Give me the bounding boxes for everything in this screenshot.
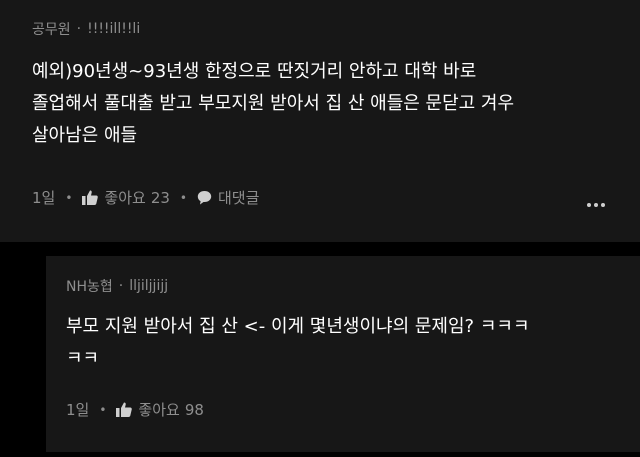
reply-button[interactable]: 대댓글 bbox=[218, 187, 259, 208]
reply-time: 1일 bbox=[66, 401, 90, 419]
comment-line: 살아남은 애들 bbox=[32, 125, 138, 146]
reply-line: 부모 지원 받아서 집 산 <- 이게 몇년생이냐의 문제임? ㅋㅋㅋ bbox=[66, 316, 530, 337]
comment-footer: 1일 • 좋아요 23 • 대댓글 bbox=[32, 187, 259, 208]
footer-separator: • bbox=[99, 402, 107, 417]
meta-separator: · bbox=[118, 278, 124, 294]
reply-handle[interactable]: lljiljjijj bbox=[129, 278, 168, 294]
comment-meta: 공무원 · !!!!ill!!li bbox=[32, 19, 140, 39]
dot bbox=[594, 203, 598, 207]
comment-time: 1일 bbox=[32, 189, 56, 207]
like-count: 23 bbox=[150, 188, 170, 207]
reply-author[interactable]: NH농협 bbox=[66, 276, 113, 296]
comment-thread: 공무원 · !!!!ill!!li 예외)90년생~93년생 한정으로 딴짓거리… bbox=[0, 0, 640, 457]
like-label[interactable]: 좋아요 bbox=[138, 399, 179, 420]
meta-separator: · bbox=[76, 21, 82, 37]
like-label[interactable]: 좋아요 bbox=[104, 187, 145, 208]
thumbs-up-icon[interactable] bbox=[82, 190, 99, 205]
reply-card: NH농협 · lljiljjijj 부모 지원 받아서 집 산 <- 이게 몇년… bbox=[46, 256, 640, 457]
comment-author[interactable]: 공무원 bbox=[32, 19, 71, 39]
reply-body: 부모 지원 받아서 집 산 <- 이게 몇년생이냐의 문제임? ㅋㅋㅋ ㅋㅋ bbox=[66, 311, 530, 375]
footer-separator: • bbox=[179, 190, 187, 205]
comment-line: 졸업해서 풀대출 받고 부모지원 받아서 집 산 애들은 문닫고 겨우 bbox=[32, 93, 515, 114]
reply-meta: NH농협 · lljiljjijj bbox=[66, 276, 168, 296]
dot bbox=[601, 203, 605, 207]
dot bbox=[587, 203, 591, 207]
more-dots-icon[interactable] bbox=[587, 203, 605, 207]
comment-body: 예외)90년생~93년생 한정으로 딴짓거리 안하고 대학 바로 졸업해서 풀대… bbox=[32, 56, 514, 152]
comment-handle[interactable]: !!!!ill!!li bbox=[87, 21, 140, 37]
speech-bubble-icon[interactable] bbox=[197, 190, 212, 205]
divider bbox=[46, 452, 640, 457]
like-count: 98 bbox=[184, 400, 204, 419]
comment-line: 예외)90년생~93년생 한정으로 딴짓거리 안하고 대학 바로 bbox=[32, 61, 477, 82]
footer-separator: • bbox=[65, 190, 73, 205]
reply-line: ㅋㅋ bbox=[66, 348, 100, 369]
thumbs-up-icon[interactable] bbox=[116, 402, 133, 417]
reply-footer: 1일 • 좋아요 98 bbox=[66, 399, 204, 420]
comment-card: 공무원 · !!!!ill!!li 예외)90년생~93년생 한정으로 딴짓거리… bbox=[0, 0, 640, 242]
